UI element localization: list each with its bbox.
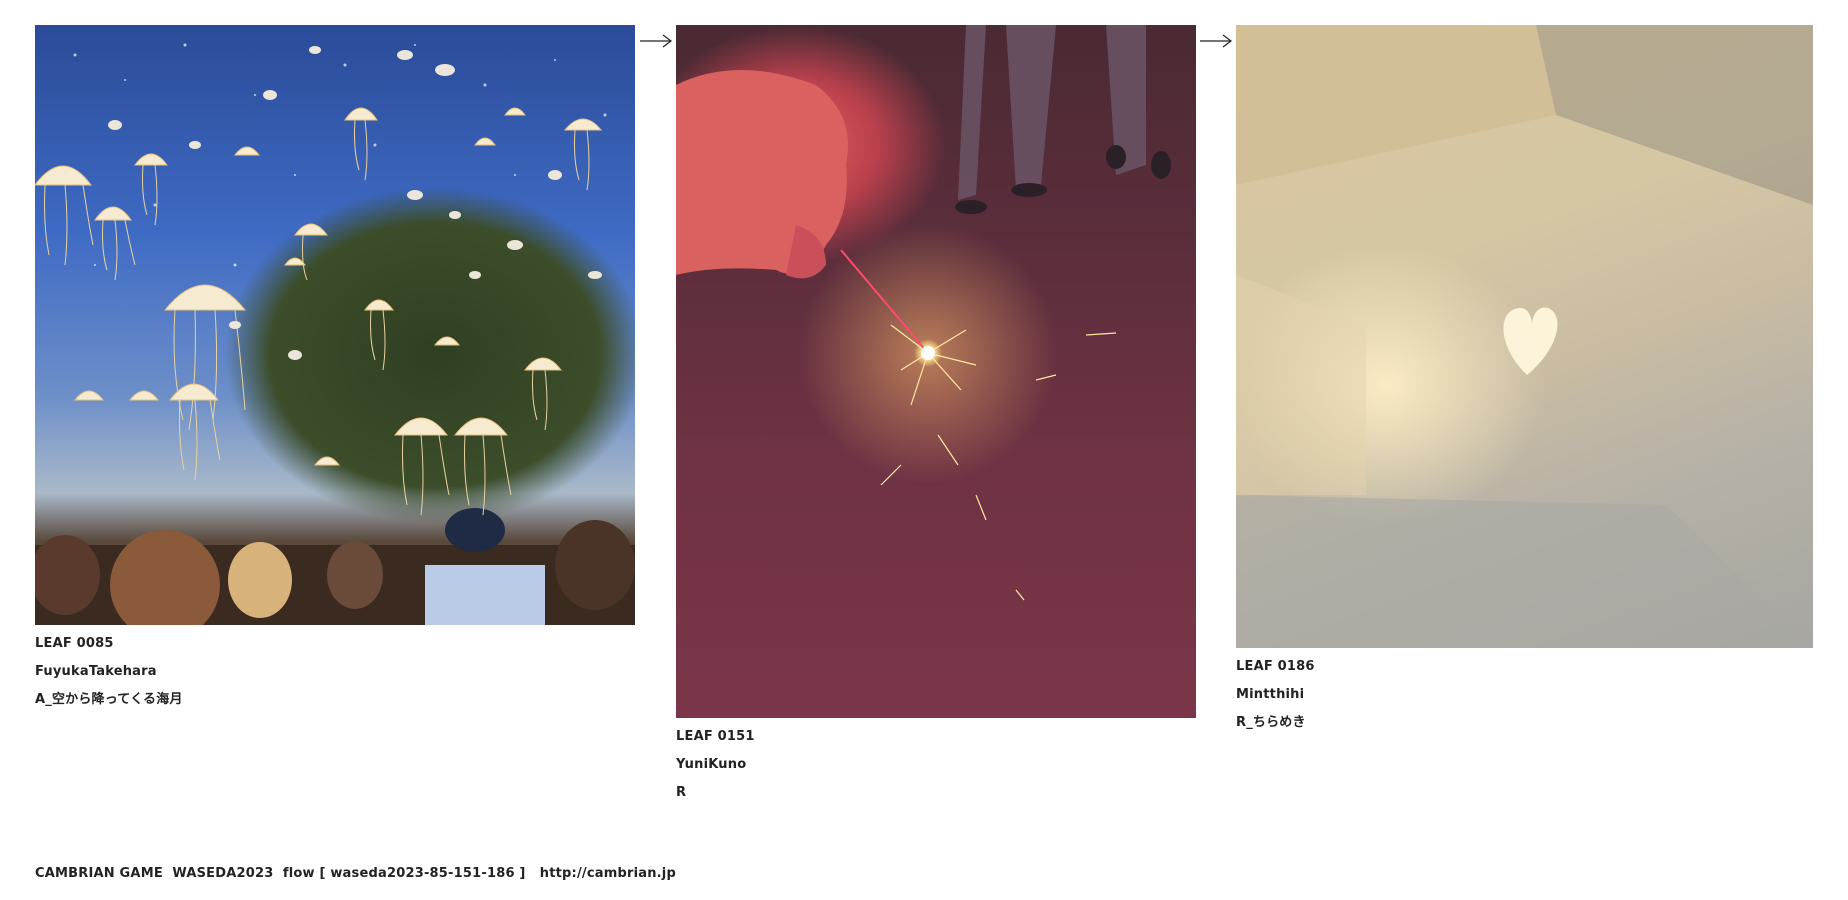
leaf-image-sparkler[interactable] — [676, 25, 1196, 718]
heart-icon — [1503, 307, 1558, 375]
leaf-title: R_ちらめき — [1236, 715, 1306, 730]
leaf-author[interactable]: FuyukaTakehara — [35, 658, 183, 686]
jellyfish-illustration — [35, 43, 635, 625]
leaf-title: R — [676, 785, 687, 800]
leaf-id[interactable]: LEAF 0151 — [676, 723, 755, 751]
sparkler-illustration — [676, 25, 1171, 601]
footer-credit-text: CAMBRIAN GAME WASEDA2023 flow [ waseda20… — [35, 866, 540, 881]
arrow-right-icon — [640, 34, 672, 48]
leaf-author[interactable]: YuniKuno — [676, 751, 755, 779]
arrow-right-icon — [1200, 34, 1232, 48]
heart-light-illustration — [1236, 25, 1813, 648]
leaf-id[interactable]: LEAF 0085 — [35, 630, 183, 658]
leaf-caption: LEAF 0085 FuyukaTakehara A_空から降ってくる海月 — [35, 630, 183, 714]
leaf-image-jellyfish[interactable] — [35, 25, 635, 625]
jellyfish-group — [35, 107, 603, 516]
leaf-author[interactable]: Mintthihi — [1236, 681, 1315, 709]
leaf-image-heart-light[interactable] — [1236, 25, 1813, 648]
leaf-caption: LEAF 0151 YuniKuno R — [676, 723, 755, 807]
leaf-id[interactable]: LEAF 0186 — [1236, 653, 1315, 681]
footer-credit: CAMBRIAN GAME WASEDA2023 flow [ waseda20… — [35, 866, 676, 881]
leaf-title: A_空から降ってくる海月 — [35, 692, 183, 707]
leaf-caption: LEAF 0186 Mintthihi R_ちらめき — [1236, 653, 1315, 737]
footer-url-link[interactable]: http://cambrian.jp — [540, 866, 676, 881]
